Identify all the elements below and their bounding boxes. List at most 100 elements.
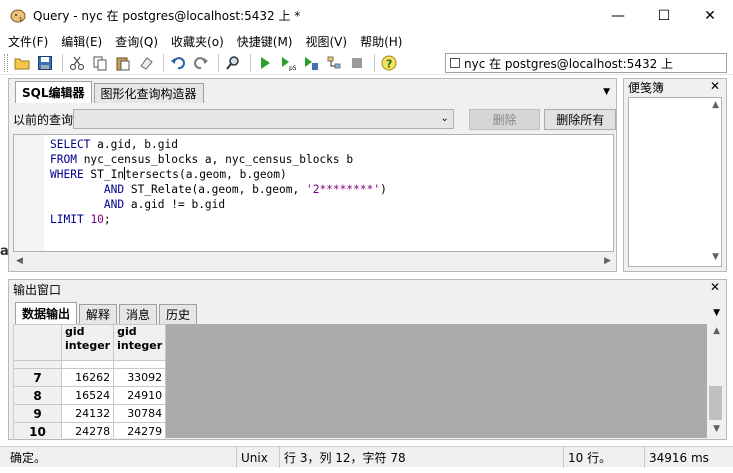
save-icon[interactable]	[35, 53, 55, 73]
redo-icon[interactable]	[191, 53, 211, 73]
scratch-pad-textarea[interactable]: ▲ ▼	[628, 97, 722, 267]
code-token: )	[380, 183, 387, 196]
window-controls: — ☐ ✕	[595, 0, 733, 31]
scroll-down-icon[interactable]: ▼	[712, 252, 719, 262]
close-button[interactable]: ✕	[687, 0, 733, 31]
code-token: 10	[90, 213, 104, 226]
row-header[interactable]: 9	[13, 404, 62, 423]
table-row[interactable]: 8 16524 24910	[13, 386, 167, 405]
scrollbar-thumb[interactable]	[709, 386, 722, 420]
menu-macros[interactable]: 快捷键(M)	[237, 33, 293, 50]
code-token: AND	[103, 198, 125, 211]
code-line[interactable]: SELECT a.gid, b.gid	[50, 137, 387, 152]
connection-checkbox[interactable]	[450, 58, 460, 68]
editor-horizontal-scrollbar[interactable]: ◀ ▶	[13, 253, 614, 268]
code-line[interactable]: AND ST_Relate(a.geom, b.geom, '2********…	[50, 182, 387, 197]
connection-selector[interactable]: nyc 在 postgres@localhost:5432 上	[445, 53, 727, 73]
code-token: FROM	[50, 153, 77, 166]
table-row[interactable]: 7 16262 33092	[13, 368, 167, 387]
cell[interactable]: 24132	[60, 404, 115, 423]
code-line[interactable]: FROM nyc_census_blocks a, nyc_census_blo…	[50, 152, 387, 167]
row-header[interactable]: 10	[13, 422, 62, 438]
tab-sql-editor[interactable]: SQL编辑器	[15, 81, 92, 103]
delete-button[interactable]: 删除	[468, 108, 541, 130]
grid-corner[interactable]	[13, 324, 62, 361]
sql-code-editor[interactable]: SELECT a.gid, b.gid FROM nyc_census_block…	[13, 134, 614, 252]
menu-file[interactable]: 文件(F)	[8, 33, 48, 50]
execute-pgscript-icon[interactable]: pS	[278, 53, 298, 73]
cell[interactable]: 33092	[113, 368, 167, 387]
row-header[interactable]: 7	[13, 368, 62, 387]
toolbar-grip[interactable]	[4, 53, 8, 72]
table-row[interactable]: 10 24278 24279	[13, 422, 167, 438]
tab-messages[interactable]: 消息	[119, 304, 158, 324]
cell[interactable]: 24910	[113, 386, 167, 405]
code-line[interactable]: LIMIT 10;	[50, 212, 387, 227]
scroll-up-icon[interactable]: ▲	[712, 100, 719, 110]
scroll-up-icon[interactable]: ▲	[713, 326, 720, 336]
tab-data-output[interactable]: 数据输出	[15, 302, 78, 324]
status-message: 确定。	[10, 451, 47, 465]
execute-icon[interactable]	[255, 53, 275, 73]
find-icon[interactable]	[223, 53, 243, 73]
open-file-icon[interactable]	[12, 53, 32, 73]
code-line[interactable]: AND a.gid != b.gid	[50, 197, 387, 212]
previous-queries-combo[interactable]: ⌄	[73, 109, 454, 129]
cell[interactable]: 16262	[60, 368, 115, 387]
column-header[interactable]: gid integer	[60, 324, 115, 361]
table-row[interactable]: 9 24132 30784	[13, 404, 167, 423]
scroll-left-icon[interactable]: ◀	[16, 256, 23, 266]
data-output-grid[interactable]: gid integer gid integer 7 16262 33092 8 16…	[13, 324, 707, 438]
tab-history[interactable]: 历史	[159, 304, 198, 324]
window-title: Query - nyc 在 postgres@localhost:5432 上 …	[33, 9, 301, 23]
cell[interactable]: 24278	[60, 422, 115, 438]
scroll-right-icon[interactable]: ▶	[604, 256, 611, 266]
cancel-icon[interactable]	[347, 53, 367, 73]
grid-vertical-scrollbar[interactable]: ▲ ▼	[707, 324, 724, 438]
tab-graphical-query-builder[interactable]: 图形化查询构造器	[93, 83, 204, 103]
menu-view[interactable]: 视图(V)	[305, 33, 347, 50]
column-header[interactable]: gid integer	[113, 324, 167, 361]
svg-text:?: ?	[386, 57, 392, 70]
title-bar: Query - nyc 在 postgres@localhost:5432 上 …	[0, 0, 733, 31]
cell[interactable]: 30784	[113, 404, 167, 423]
copy-icon[interactable]	[90, 53, 110, 73]
menu-edit[interactable]: 编辑(E)	[61, 33, 102, 50]
output-pane-close-icon[interactable]: ✕	[710, 280, 720, 294]
row-header[interactable]: 8	[13, 386, 62, 405]
clear-icon[interactable]	[136, 53, 156, 73]
row-header-partial	[13, 360, 62, 369]
tab-list-dropdown-icon[interactable]: ▼	[713, 308, 720, 318]
cut-icon[interactable]	[67, 53, 87, 73]
menu-query[interactable]: 查询(Q)	[115, 33, 158, 50]
execute-to-file-icon[interactable]	[301, 53, 321, 73]
undo-icon[interactable]	[168, 53, 188, 73]
cell[interactable]: 16524	[60, 386, 115, 405]
paste-icon[interactable]	[113, 53, 133, 73]
code-line[interactable]: WHERE ST_Intersects(a.geom, b.geom)	[50, 167, 387, 182]
sql-code-text[interactable]: SELECT a.gid, b.gid FROM nyc_census_block…	[50, 137, 387, 227]
minimize-button[interactable]: —	[595, 0, 641, 31]
editor-tabs: SQL编辑器 图形化查询构造器	[9, 79, 616, 103]
result-table: gid integer gid integer 7 16262 33092 8 16…	[13, 324, 167, 438]
previous-queries-label: 以前的查询	[13, 112, 74, 127]
cell[interactable]: 24279	[113, 422, 167, 438]
help-icon[interactable]: ?	[379, 53, 399, 73]
background-window-fragment: a	[0, 244, 9, 259]
explain-icon[interactable]	[324, 53, 344, 73]
scroll-down-icon[interactable]: ▼	[713, 424, 720, 434]
delete-all-button[interactable]: 删除所有	[544, 108, 616, 130]
code-token: nyc_census_blocks a, nyc_census_blocks b	[76, 153, 354, 166]
toolbar-separator	[62, 53, 63, 72]
scratch-pad-close-icon[interactable]: ✕	[710, 79, 720, 93]
menu-favourites[interactable]: 收藏夹(o)	[171, 33, 224, 50]
menu-help[interactable]: 帮助(H)	[360, 33, 402, 50]
status-line-endings: Unix	[236, 447, 268, 468]
chevron-down-icon: ⌄	[440, 113, 449, 124]
tab-list-dropdown-icon[interactable]: ▼	[603, 87, 610, 97]
tab-explain[interactable]: 解释	[79, 304, 118, 324]
output-pane-title: 输出窗口	[13, 283, 62, 297]
maximize-button[interactable]: ☐	[641, 0, 687, 31]
